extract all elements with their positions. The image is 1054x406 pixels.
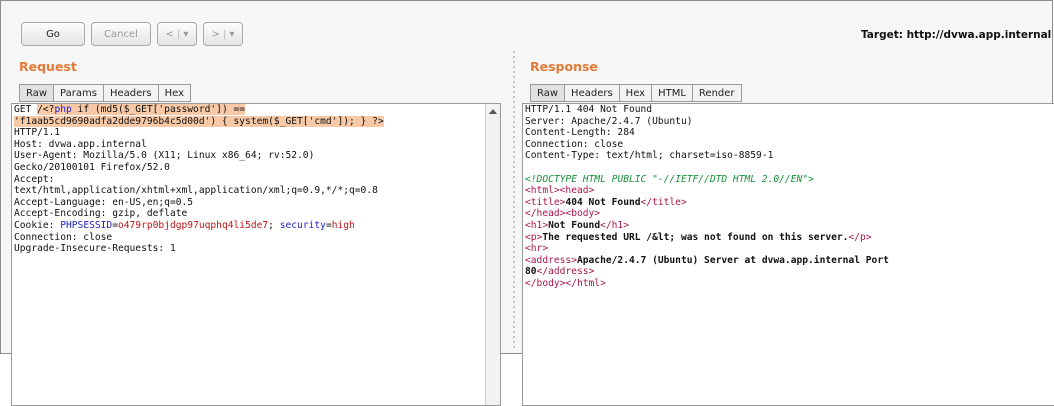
request-line: Host: dvwa.app.internal — [14, 138, 147, 150]
response-header-line: HTTP/1.1 404 Not Found — [525, 104, 653, 115]
target-label[interactable]: Target: http://dvwa.app.internal — [861, 29, 1051, 41]
forward-arrow-icon: > — [211, 28, 220, 40]
tab-headers[interactable]: Headers — [564, 84, 620, 102]
request-title: Request — [19, 59, 77, 74]
back-button[interactable]: < | ▾ — [157, 22, 197, 46]
doctype-line: <!DOCTYPE HTML PUBLIC "-//IETF//DTD HTML… — [525, 173, 814, 185]
cookie-line: Cookie: PHPSESSID=o479rp0bjdgp97uqphq4li… — [14, 219, 355, 231]
cancel-button[interactable]: Cancel — [91, 22, 151, 46]
burp-repeater-window: Go Cancel < | ▾ > | ▾ Target: http://dvwa.ap… — [0, 0, 1054, 406]
cookie-value: high — [331, 219, 355, 231]
tab-params[interactable]: Params — [53, 84, 104, 102]
response-header-line: Connection: close — [525, 138, 624, 150]
request-line: User-Agent: Mozilla/5.0 (X11; Linux x86_… — [14, 150, 315, 162]
body-html-close-line: </body></html> — [525, 277, 606, 289]
request-editor[interactable]: GET /<?php if (md5($_GET['password']) ==… — [11, 103, 501, 406]
response-tabs: Raw Headers Hex HTML Render — [530, 84, 742, 102]
title-line: <title>404 Not Found</title> — [525, 196, 687, 208]
payload-highlight: 'f1aab5cd9690adfa2dde9796b4c5d00d') { sy… — [14, 115, 384, 127]
request-line: Accept: — [14, 173, 55, 185]
response-title: Response — [530, 59, 598, 74]
p-line: <p>The requested URL /&lt; was not found… — [525, 231, 872, 243]
request-line: GET /<?php if (md5($_GET['password']) == — [14, 104, 246, 115]
html-head-line: <html><head> — [525, 185, 595, 197]
cookie-name: security — [279, 219, 326, 231]
tab-raw[interactable]: Raw — [530, 84, 566, 102]
request-line: text/html,application/xhtml+xml,applicat… — [14, 185, 378, 197]
request-line: Connection: close — [14, 231, 113, 243]
go-button[interactable]: Go — [21, 22, 85, 46]
request-line: Upgrade-Insecure-Requests: 1 — [14, 243, 176, 255]
target-container: Target: http://dvwa.app.internal — [821, 25, 1054, 43]
pane-splitter[interactable] — [513, 51, 516, 355]
payload-highlight: /<?php if (md5($_GET['password']) == — [37, 104, 246, 115]
response-header-line: Content-Length: 284 — [525, 127, 635, 139]
tab-render[interactable]: Render — [691, 84, 742, 102]
response-editor[interactable]: HTTP/1.1 404 Not Found Server: Apache/2.… — [522, 103, 1054, 406]
forward-button[interactable]: > | ▾ — [203, 22, 243, 46]
tab-hex[interactable]: Hex — [618, 84, 653, 102]
request-line: Gecko/20100101 Firefox/52.0 — [14, 161, 170, 173]
address-line-2: 80</address> — [525, 266, 595, 278]
toolbar: Go Cancel < | ▾ > | ▾ — [21, 22, 243, 48]
request-line: Accept-Language: en-US,en;q=0.5 — [14, 196, 194, 208]
h1-line: <h1>Not Found</h1> — [525, 219, 629, 231]
response-header-line: Content-Type: text/html; charset=iso-885… — [525, 150, 774, 162]
response-header-line: Server: Apache/2.4.7 (Ubuntu) — [525, 115, 693, 127]
request-line: HTTP/1.1 — [14, 127, 61, 139]
tab-headers[interactable]: Headers — [102, 84, 159, 102]
scroll-up-arrow-icon[interactable] — [489, 109, 497, 114]
hr-line: <hr> — [525, 243, 549, 255]
request-line: Accept-Encoding: gzip, deflate — [14, 208, 188, 220]
cookie-name: PHPSESSID — [60, 219, 113, 231]
address-line: <address>Apache/2.4.7 (Ubuntu) Server at… — [525, 254, 889, 266]
tab-html[interactable]: HTML — [651, 84, 693, 102]
request-tabs: Raw Params Headers Hex — [19, 84, 191, 102]
cookie-value: o479rp0bjdgp97uqphq4li5de7 — [117, 219, 269, 231]
chevron-down-icon: ▾ — [183, 28, 189, 40]
request-line: 'f1aab5cd9690adfa2dde9796b4c5d00d') { sy… — [12, 115, 500, 128]
chevron-down-icon: ▾ — [229, 28, 235, 40]
back-arrow-icon: < — [165, 28, 174, 40]
head-body-line: </head><body> — [525, 208, 601, 220]
request-scrollbar[interactable] — [485, 104, 500, 405]
tab-raw[interactable]: Raw — [19, 84, 55, 102]
tab-hex[interactable]: Hex — [157, 84, 191, 102]
